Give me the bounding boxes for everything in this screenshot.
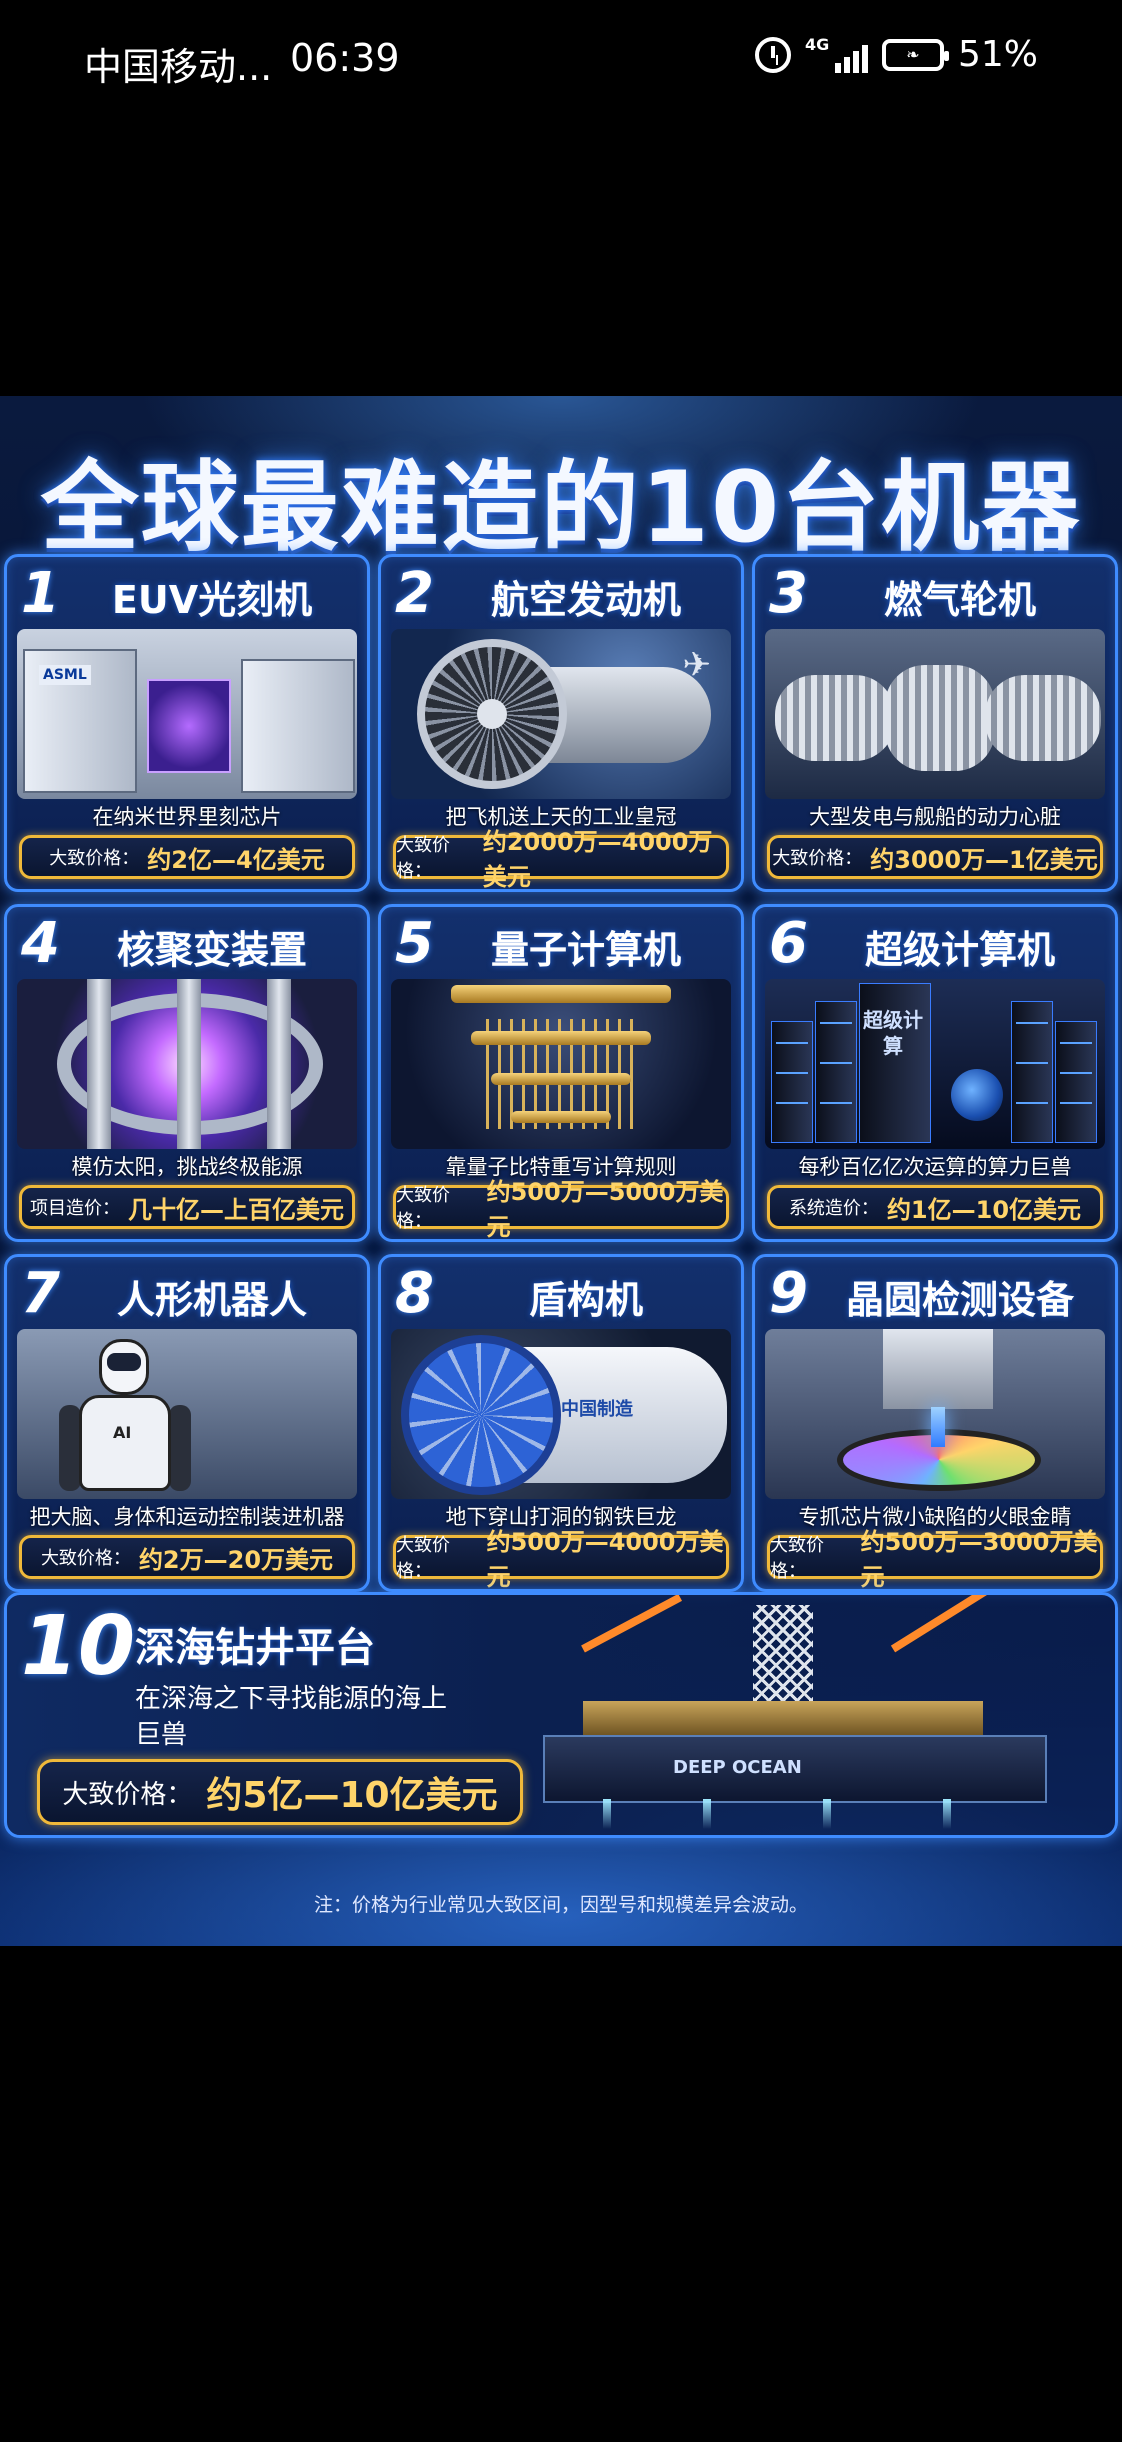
price-footnote: 注：价格为行业常见大致区间，因型号和规模差异会波动。 [313, 1894, 808, 1916]
drilling-rig-illustration: DEEP OCEAN [523, 1595, 1063, 1831]
machine-card-fusion: 4 核聚变装置 模仿太阳，挑战终极能源 项目造价： 几十亿—上百亿美元 [4, 904, 370, 1242]
card-title: 核聚变装置 [116, 928, 307, 972]
battery-icon: ❧ [881, 38, 949, 71]
machine-card-drilling-platform: 10 深海钻井平台 在深海之下寻找能源的海上巨兽 大致价格： 约5亿—10亿美元… [4, 1592, 1118, 1838]
price-value: 约2000万—4000万美元 [482, 828, 713, 891]
card-title: 人形机器人 [116, 1278, 307, 1322]
price-label: 大致价格： [396, 1535, 450, 1582]
card-description: 大型发电与舰船的动力心脏 [809, 805, 1061, 829]
price-value: 约500万—5000万美元 [486, 1178, 724, 1241]
card-title: 晶圆检测设备 [845, 1278, 1074, 1322]
machine-card-humanoid-robot: 7 人形机器人 AI 把大脑、身体和运动控制装进机器 大致价格： 约2万—20万… [4, 1254, 370, 1592]
card-description: 在纳米世界里刻芯片 [92, 805, 282, 829]
status-bar: 中国移动... 06:39 4G ❧ 51% [0, 0, 1122, 120]
clock-time: 06:39 [290, 36, 400, 80]
tbm-brand-label: 中国制造 [561, 1399, 633, 1420]
card-title: 航空发动机 [490, 578, 681, 622]
price-label: 大致价格： [62, 1779, 193, 1810]
supercomputer-illustration: 超级计算 [765, 979, 1105, 1149]
card-title: EUV光刻机 [111, 578, 313, 622]
alarm-icon [754, 36, 791, 73]
jet-engine-illustration: ✈ [391, 629, 731, 799]
price-label: 项目造价： [30, 1198, 120, 1219]
globe-icon [951, 1069, 1003, 1121]
price-badge: 大致价格： 约2亿—4亿美元 [19, 835, 355, 879]
machine-card-supercomputer: 6 超级计算机 超级计算 每秒百亿亿次运算的算力巨兽 系统造价： 约1亿—10亿… [752, 904, 1118, 1242]
gas-turbine-illustration [765, 629, 1105, 799]
card-description: 把大脑、身体和运动控制装进机器 [29, 1505, 345, 1529]
price-badge: 大致价格： 约500万—3000万美元 [767, 1528, 1103, 1589]
price-label: 大致价格： [40, 1548, 131, 1569]
price-value: 几十亿—上百亿美元 [128, 1195, 344, 1224]
price-badge: 大致价格： 约500万—5000万美元 [393, 1178, 729, 1239]
price-badge: 大致价格： 约500万—4000万美元 [393, 1528, 729, 1589]
price-badge: 系统造价： 约1亿—10亿美元 [767, 1185, 1103, 1229]
carrier-name: 中国移动... [84, 45, 273, 89]
asml-logo: ASML [39, 665, 91, 685]
price-value: 约2万—20万美元 [138, 1545, 334, 1574]
network-type: 4G [804, 34, 830, 54]
price-label: 大致价格： [772, 848, 863, 869]
card-description: 在深海之下寻找能源的海上巨兽 [135, 1684, 448, 1750]
card-title: 量子计算机 [490, 928, 681, 972]
card-title: 深海钻井平台 [135, 1625, 375, 1671]
machine-card-wafer-inspection: 9 晶圆检测设备 专抓芯片微小缺陷的火眼金睛 大致价格： 约500万—3000万… [752, 1254, 1118, 1592]
status-icons: 4G ❧ 51% [754, 34, 1038, 75]
price-label: 大致价格： [396, 1185, 450, 1232]
price-badge: 大致价格： 约2000万—4000万美元 [393, 828, 729, 889]
price-value: 约3000万—1亿美元 [870, 845, 1098, 874]
price-value: 约5亿—10亿美元 [206, 1775, 498, 1816]
price-badge: 大致价格： 约5亿—10亿美元 [37, 1759, 523, 1825]
machine-card-euv: 1 EUV光刻机 ASML 在纳米世界里刻芯片 大致价格： 约2亿—4亿美元 [4, 554, 370, 892]
wafer-inspection-illustration [765, 1329, 1105, 1499]
price-value: 约500万—4000万美元 [486, 1528, 724, 1591]
card-description: 模仿太阳，挑战终极能源 [71, 1155, 303, 1179]
tunnel-boring-machine-illustration: 中国制造 [391, 1329, 731, 1499]
price-value: 约500万—3000万美元 [860, 1528, 1098, 1591]
battery-percent: 51% [957, 34, 1038, 75]
card-number: 10 [21, 1599, 136, 1694]
machine-card-gas-turbine: 3 燃气轮机 大型发电与舰船的动力心脏 大致价格： 约3000万—1亿美元 [752, 554, 1118, 892]
fusion-reactor-illustration [17, 979, 357, 1149]
price-value: 约1亿—10亿美元 [886, 1195, 1082, 1224]
humanoid-robot-illustration: AI [17, 1329, 357, 1499]
price-badge: 大致价格： 约3000万—1亿美元 [767, 835, 1103, 879]
price-label: 大致价格： [49, 848, 140, 869]
price-value: 约2亿—4亿美元 [147, 845, 325, 874]
card-title: 燃气轮机 [883, 578, 1036, 622]
poster-image: 全球最难造的10台机器 1 EUV光刻机 ASML 在纳米世界里刻芯片 大致价格… [0, 396, 1122, 1946]
airplane-icon: ✈ [682, 645, 712, 685]
rig-name-label: DEEP OCEAN [673, 1757, 802, 1778]
price-label: 大致价格： [396, 835, 450, 882]
robot-chest-label: AI [113, 1423, 132, 1442]
machine-card-tbm: 8 盾构机 中国制造 地下穿山打洞的钢铁巨龙 大致价格： 约500万—4000万… [378, 1254, 744, 1592]
signal-icon: 4G [804, 34, 868, 73]
poster-title: 全球最难造的10台机器 [40, 451, 1082, 565]
price-label: 大致价格： [770, 1535, 824, 1582]
price-badge: 项目造价： 几十亿—上百亿美元 [19, 1185, 355, 1229]
machine-card-quantum: 5 量子计算机 靠量子比特重写计算规则 大致价格： 约500万—5000万美元 [378, 904, 744, 1242]
card-description: 每秒百亿亿次运算的算力巨兽 [798, 1155, 1072, 1179]
supercomputer-label: 超级计算 [863, 1008, 923, 1058]
price-label: 系统造价： [788, 1198, 879, 1219]
machine-card-aero-engine: 2 航空发动机 ✈ 把飞机送上天的工业皇冠 大致价格： 约2000万—4000万… [378, 554, 744, 892]
card-title: 盾构机 [528, 1278, 643, 1322]
euv-machine-illustration: ASML [17, 629, 357, 799]
card-title: 超级计算机 [864, 928, 1055, 972]
quantum-computer-illustration [391, 979, 731, 1149]
price-badge: 大致价格： 约2万—20万美元 [19, 1535, 355, 1579]
